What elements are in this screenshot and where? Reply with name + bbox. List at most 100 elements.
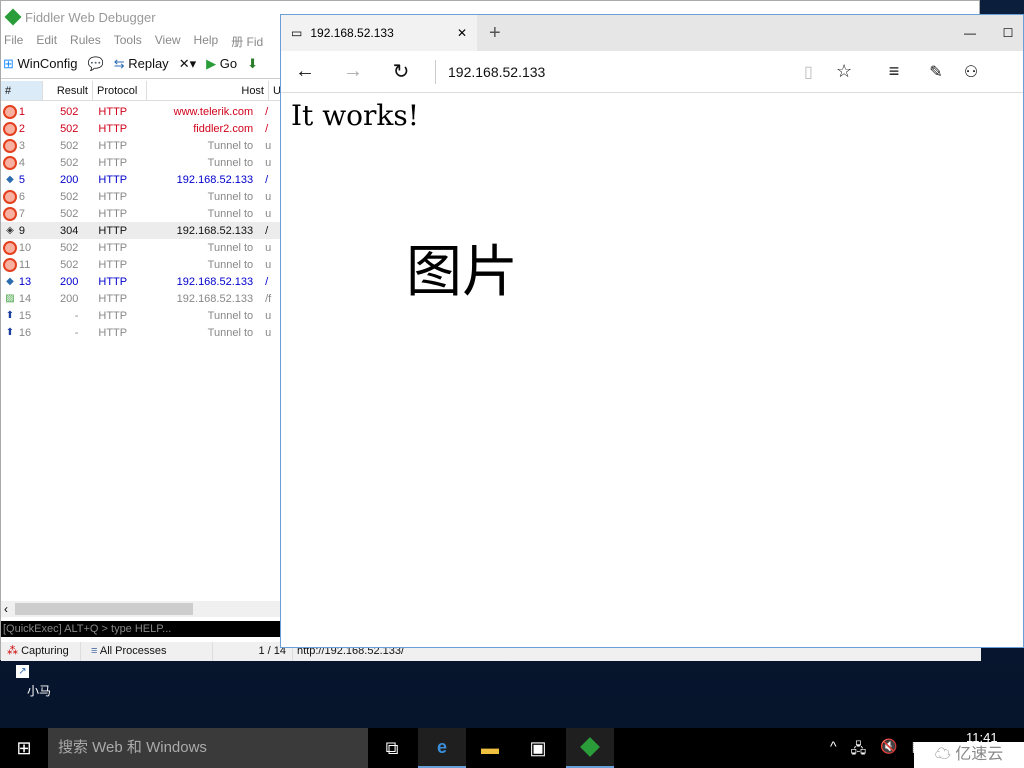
browser-tab[interactable]: ▭ 192.168.52.133 ✕	[281, 15, 477, 51]
col-protocol[interactable]: Protocol	[93, 81, 147, 100]
session-row[interactable]: ◈ 9 304 HTTP 192.168.52.133 /	[1, 222, 281, 239]
network-icon[interactable]: 🖧	[851, 738, 867, 762]
window-title: Fiddler Web Debugger	[25, 9, 156, 25]
session-row[interactable]: ▨ 14 200 HTTP 192.168.52.133/f	[1, 290, 281, 307]
address-bar[interactable]: 192.168.52.133	[444, 64, 804, 80]
edge-taskbar-icon[interactable]: e	[418, 728, 466, 768]
session-host: Tunnel to	[207, 326, 254, 339]
page-content: It works! 图片	[281, 93, 1023, 303]
winconfig-button[interactable]: ⊞ WinConfig	[3, 56, 78, 72]
session-result: 304	[60, 224, 79, 237]
forward-button[interactable]: →	[329, 60, 377, 83]
session-url: u	[265, 309, 272, 322]
session-row[interactable]: ⬆ 16 - HTTP Tunnel to u	[1, 324, 281, 341]
shortcut-label: 小马	[26, 684, 51, 698]
session-url: u	[265, 241, 272, 254]
hub-icon[interactable]: ≡	[872, 61, 916, 82]
session-row[interactable]: 2 502 HTTP fiddler2.com /	[1, 120, 281, 137]
col-host[interactable]: Host	[147, 81, 269, 100]
error-icon	[3, 138, 17, 153]
chevron-up-icon[interactable]: ^	[830, 738, 837, 762]
web-note-icon[interactable]: ✎	[916, 62, 956, 82]
store-icon[interactable]: ▣	[514, 728, 562, 768]
session-protocol: HTTP	[98, 190, 128, 203]
menu-tools[interactable]: Tools	[114, 33, 142, 49]
session-row[interactable]: 1 502 HTTP www.telerik.com /	[1, 103, 281, 120]
replay-icon: ⇆	[113, 55, 125, 71]
session-row[interactable]: 6 502 HTTP Tunnel to u	[1, 188, 281, 205]
tab-bar: ▭ 192.168.52.133 ✕ + — ☐	[281, 15, 1023, 51]
horizontal-scrollbar[interactable]: ‹	[1, 601, 281, 617]
scroll-left-icon[interactable]: ‹	[4, 602, 8, 616]
menu-file[interactable]: File	[4, 33, 23, 49]
session-row[interactable]: ⬆ 15 - HTTP Tunnel to u	[1, 307, 281, 324]
image-icon: ▨	[5, 292, 15, 304]
session-url: /	[265, 275, 269, 288]
remove-button[interactable]: ✕▾	[179, 56, 196, 72]
capturing-label: Capturing	[21, 645, 69, 657]
replay-button[interactable]: ⇆ Replay	[114, 56, 169, 72]
session-url: u	[265, 139, 272, 152]
volume-muted-icon[interactable]: 🔇	[880, 738, 897, 762]
divider	[435, 59, 436, 84]
session-row[interactable]: 11 502 HTTP Tunnel to u	[1, 256, 281, 273]
session-url: u	[265, 190, 272, 203]
go-button[interactable]: ▶ Go	[206, 56, 237, 72]
session-number: 11	[18, 258, 31, 271]
back-button[interactable]: ←	[281, 60, 329, 83]
error-icon	[3, 121, 17, 136]
session-row[interactable]: ◆ 5 200 HTTP 192.168.52.133 /	[1, 171, 281, 188]
scrollbar-thumb[interactable]	[15, 603, 193, 615]
menu-help[interactable]: Help	[194, 33, 219, 49]
menu-fiddler[interactable]: 册 Fid	[231, 33, 263, 49]
cached-icon: ◈	[6, 224, 14, 236]
session-protocol: HTTP	[98, 139, 128, 152]
stream-icon[interactable]: ⬇	[247, 56, 258, 72]
session-row[interactable]: 10 502 HTTP Tunnel to u	[1, 239, 281, 256]
maximize-button[interactable]: ☐	[993, 26, 1023, 40]
edge-browser-window: ▭ 192.168.52.133 ✕ + — ☐ ← → ↻ 192.168.52.…	[280, 14, 1024, 648]
session-row[interactable]: 7 502 HTTP Tunnel to u	[1, 205, 281, 222]
comment-icon[interactable]: 💬	[88, 56, 104, 72]
menu-rules[interactable]: Rules	[70, 33, 101, 49]
task-view-button[interactable]: ⧉	[368, 728, 416, 768]
watermark-logo: ☁ 亿速云	[914, 742, 1024, 768]
html-icon: ◆	[6, 275, 14, 287]
process-filter-label: All Processes	[99, 645, 167, 657]
taskbar-search[interactable]: 搜索 Web 和 Windows	[48, 728, 368, 768]
go-label: Go	[219, 55, 238, 71]
session-number: 13	[18, 275, 32, 288]
minimize-button[interactable]: —	[947, 26, 993, 40]
file-explorer-icon[interactable]: ▬	[466, 728, 514, 768]
fiddler-taskbar-icon[interactable]	[566, 728, 614, 768]
menu-edit[interactable]: Edit	[36, 33, 57, 49]
favorite-star-icon[interactable]: ☆	[836, 61, 872, 82]
start-button[interactable]: ⊞	[0, 728, 48, 768]
new-tab-button[interactable]: +	[489, 22, 501, 45]
session-host: Tunnel to	[207, 207, 254, 220]
refresh-button[interactable]: ↻	[377, 59, 425, 84]
session-url: /	[265, 122, 269, 135]
session-number: 15	[18, 309, 32, 322]
share-icon[interactable]: ⚇	[956, 62, 986, 82]
menu-view[interactable]: View	[155, 33, 181, 49]
capturing-toggle[interactable]: ⁂ Capturing	[1, 642, 81, 661]
session-protocol: HTTP	[98, 275, 128, 288]
session-row[interactable]: 4 502 HTTP Tunnel to u	[1, 154, 281, 171]
col-number[interactable]: #	[1, 81, 43, 100]
session-number: 9	[18, 224, 26, 237]
reading-view-icon[interactable]: ▯	[804, 62, 836, 82]
session-host: www.telerik.com	[173, 105, 254, 118]
capturing-icon: ⁂	[7, 645, 18, 657]
desktop-shortcut[interactable]: ↗ 小马	[14, 665, 64, 699]
close-tab-icon[interactable]: ✕	[457, 26, 467, 40]
html-icon: ◆	[6, 173, 14, 185]
col-result[interactable]: Result	[43, 81, 93, 100]
session-number: 7	[18, 207, 26, 220]
process-filter[interactable]: ≡ All Processes	[81, 642, 213, 661]
session-protocol: HTTP	[98, 241, 128, 254]
quickexec-input[interactable]: [QuickExec] ALT+Q > type HELP...	[1, 621, 281, 637]
session-row[interactable]: ◆ 13 200 HTTP 192.168.52.133 /	[1, 273, 281, 290]
session-url: /	[265, 105, 269, 118]
session-row[interactable]: 3 502 HTTP Tunnel to u	[1, 137, 281, 154]
